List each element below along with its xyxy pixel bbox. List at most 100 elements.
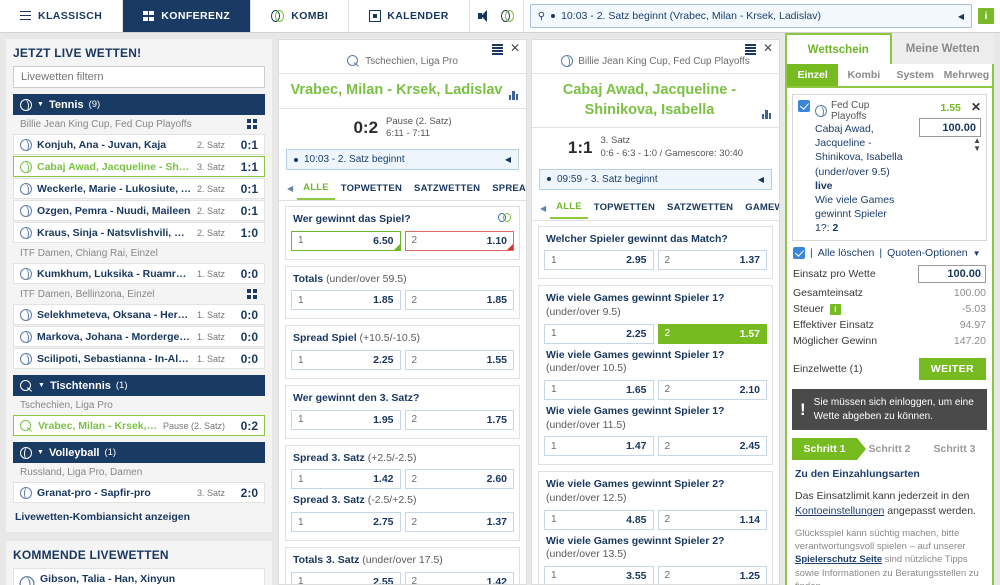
market-tab[interactable]: SATZWETTEN (661, 198, 739, 218)
event-row[interactable]: Ozgen, Pemra - Nuudi, Maileen 2. Satz 0:1 (13, 200, 265, 221)
event-row[interactable]: Markova, Johana - Morderger, Yana 1. Satz… (13, 326, 265, 347)
odd-button[interactable]: 1 1.95 (291, 409, 401, 430)
deposit-methods-link[interactable]: Zu den Einzahlungsarten (795, 468, 984, 480)
market-tab[interactable]: GAMEWETT (739, 198, 779, 218)
kombi-view-link[interactable]: Livewetten-Kombiansicht anzeigen (13, 504, 265, 525)
sport-header-volleyball[interactable]: ▼ Volleyball (1) (13, 442, 265, 463)
select-all-checkbox[interactable] (793, 247, 805, 260)
continue-button[interactable]: WEITER (918, 358, 986, 381)
segment-kombi[interactable]: Kombi (838, 64, 889, 86)
odd-button[interactable]: 2 1.42 (404, 571, 514, 584)
info-badge[interactable]: i (978, 8, 994, 24)
sport-header-tischtennis[interactable]: ▼ Tischtennis (1) (13, 375, 265, 396)
event-row[interactable]: Scilipoti, Sebastianna - In-Albon, Ylena… (13, 348, 265, 369)
segment-einzel[interactable]: Einzel (787, 64, 839, 86)
odd-button[interactable]: 1 6.50 (291, 230, 401, 251)
chevron-left-icon[interactable]: ◀ (758, 175, 764, 184)
odd-button[interactable]: 2 1.14 (657, 509, 767, 530)
list-view-icon[interactable] (744, 44, 756, 55)
chevron-left-icon[interactable]: ◀ (958, 12, 964, 21)
odd-button[interactable]: 2 1.85 (404, 290, 514, 311)
cashout-icon[interactable] (498, 213, 512, 223)
nav-tab-konferenz[interactable]: KONFERENZ (123, 0, 252, 32)
tab-wettschein[interactable]: Wettschein (785, 33, 892, 64)
event-row[interactable]: Kraus, Sinja - Natsvlishvili, Nino 2. Sat… (13, 222, 265, 243)
odd-button[interactable]: 2 1.37 (657, 250, 767, 271)
odd-button[interactable]: 2 1.75 (404, 409, 514, 430)
tabs-prev-icon[interactable]: ◀ (536, 204, 550, 213)
clear-all-link[interactable]: Alle löschen (818, 247, 875, 259)
grid-view-icon[interactable] (247, 119, 258, 130)
event-row[interactable]: Weckerle, Marie - Lukosiute, Andre 2. Sat… (13, 178, 265, 199)
step-1[interactable]: Schritt 1 (792, 438, 866, 461)
odd-button[interactable]: 2 2.10 (657, 379, 767, 400)
stake-per-bet-input[interactable] (918, 265, 986, 284)
list-view-icon[interactable] (491, 44, 503, 55)
event-row[interactable]: Selekhmeteva, Oksana - Herdzelas, Dea 1. … (13, 304, 265, 325)
close-icon[interactable]: ✕ (510, 42, 520, 54)
close-icon[interactable]: ✕ (971, 100, 981, 114)
market-tab[interactable]: ALLE (550, 197, 588, 220)
stake-stepper[interactable]: ▲ ▼ (973, 137, 981, 153)
cashout-icon[interactable] (500, 9, 515, 23)
chevron-down-icon[interactable]: ▼ (973, 249, 981, 258)
odd-button[interactable]: 1 1.47 (544, 436, 654, 457)
account-settings-link[interactable]: Kontoeinstellungen (795, 505, 884, 517)
grid-view-icon[interactable] (247, 289, 258, 300)
market-tab[interactable]: SATZWETTEN (408, 179, 486, 199)
odd-button[interactable]: 1 4.85 (544, 509, 654, 530)
odd-button[interactable]: 2 1.10 (404, 230, 514, 251)
odd-button[interactable]: 2 1.55 (404, 350, 514, 371)
odd-button[interactable]: 1 2.55 (291, 571, 401, 584)
live-filter-input[interactable] (13, 66, 265, 88)
odd-button[interactable]: 1 2.25 (291, 350, 401, 371)
nav-tab-kombi[interactable]: KOMBI (251, 0, 350, 32)
odd-button[interactable]: 1 3.55 (544, 565, 654, 584)
step-3[interactable]: Schritt 3 (922, 438, 987, 460)
odd-button[interactable]: 1 1.85 (291, 290, 401, 311)
match-ticker[interactable]: 09:59 - 3. Satz beginnt ◀ (539, 168, 772, 190)
market-tab[interactable]: ALLE (297, 178, 335, 200)
statistics-icon[interactable] (509, 90, 520, 100)
odd-button[interactable]: 2 1.57 (657, 323, 767, 344)
odd-button[interactable]: 2 2.60 (404, 469, 514, 490)
player-protection-link[interactable]: Spielerschutz Seite (795, 554, 882, 565)
event-row[interactable]: Granat-pro - Sapfir-pro 3. Satz 2:0 (13, 482, 265, 503)
nav-tab-klassisch[interactable]: KLASSISCH (0, 0, 124, 32)
event-row[interactable]: Vrabec, Milan - Krsek, Ladislav Pause (2.… (13, 415, 265, 436)
upcoming-row[interactable]: Gibson, Talia - Han, Xinyunin 12 Min. (13, 568, 265, 585)
chevron-left-icon[interactable]: ◀ (505, 155, 511, 164)
market-tab[interactable]: TOPWETTEN (335, 179, 408, 199)
segment-system[interactable]: System (890, 64, 941, 86)
speaker-mute-icon[interactable] (477, 10, 491, 22)
tabs-prev-icon[interactable]: ◀ (283, 184, 297, 193)
match-title[interactable]: Cabaj Awad, Jacqueline - Shinikova, Isab… (532, 74, 779, 129)
odd-button[interactable]: 2 2.45 (657, 436, 767, 457)
odd-button[interactable]: 2 1.25 (657, 565, 767, 584)
match-title[interactable]: Vrabec, Milan - Krsek, Ladislav (279, 74, 526, 109)
pick-stake-input[interactable] (919, 118, 981, 137)
search-input[interactable]: ⚲ 10:03 - 2. Satz beginnt (Vrabec, Milan… (529, 4, 972, 28)
odd-button[interactable]: 1 2.25 (544, 323, 654, 344)
info-icon[interactable]: i (829, 304, 841, 316)
segment-mehrweg[interactable]: Mehrweg (941, 64, 992, 86)
odd-button[interactable]: 1 2.75 (291, 512, 401, 533)
step-2[interactable]: Schritt 2 (857, 438, 922, 460)
event-row[interactable]: Cabaj Awad, Jacqueline - Shinikova, Isab… (13, 156, 265, 177)
nav-tab-kalender[interactable]: KALENDER (349, 0, 470, 32)
odds-options-link[interactable]: Quoten-Optionen (887, 247, 968, 259)
close-icon[interactable]: ✕ (763, 42, 773, 54)
odd-button[interactable]: 1 1.42 (291, 469, 401, 490)
event-row[interactable]: Kumkhum, Luksika - Ruamrak, Pawinee 1. Sa… (13, 263, 265, 284)
tab-meine-wetten[interactable]: Meine Wetten (891, 33, 994, 64)
odd-button[interactable]: 2 1.37 (404, 512, 514, 533)
odd-button[interactable]: 1 1.65 (544, 379, 654, 400)
event-row[interactable]: Konjuh, Ana - Juvan, Kaja 2. Satz 0:1 (13, 134, 265, 155)
statistics-icon[interactable] (762, 110, 773, 120)
market-tab[interactable]: SPREAD (486, 179, 526, 199)
match-ticker[interactable]: 10:03 - 2. Satz beginnt ◀ (286, 149, 519, 171)
sport-header-tennis[interactable]: ▼ Tennis (9) (13, 94, 265, 115)
pick-checkbox[interactable] (798, 100, 810, 112)
market-tab[interactable]: TOPWETTEN (588, 198, 661, 218)
odd-button[interactable]: 1 2.95 (544, 250, 654, 271)
